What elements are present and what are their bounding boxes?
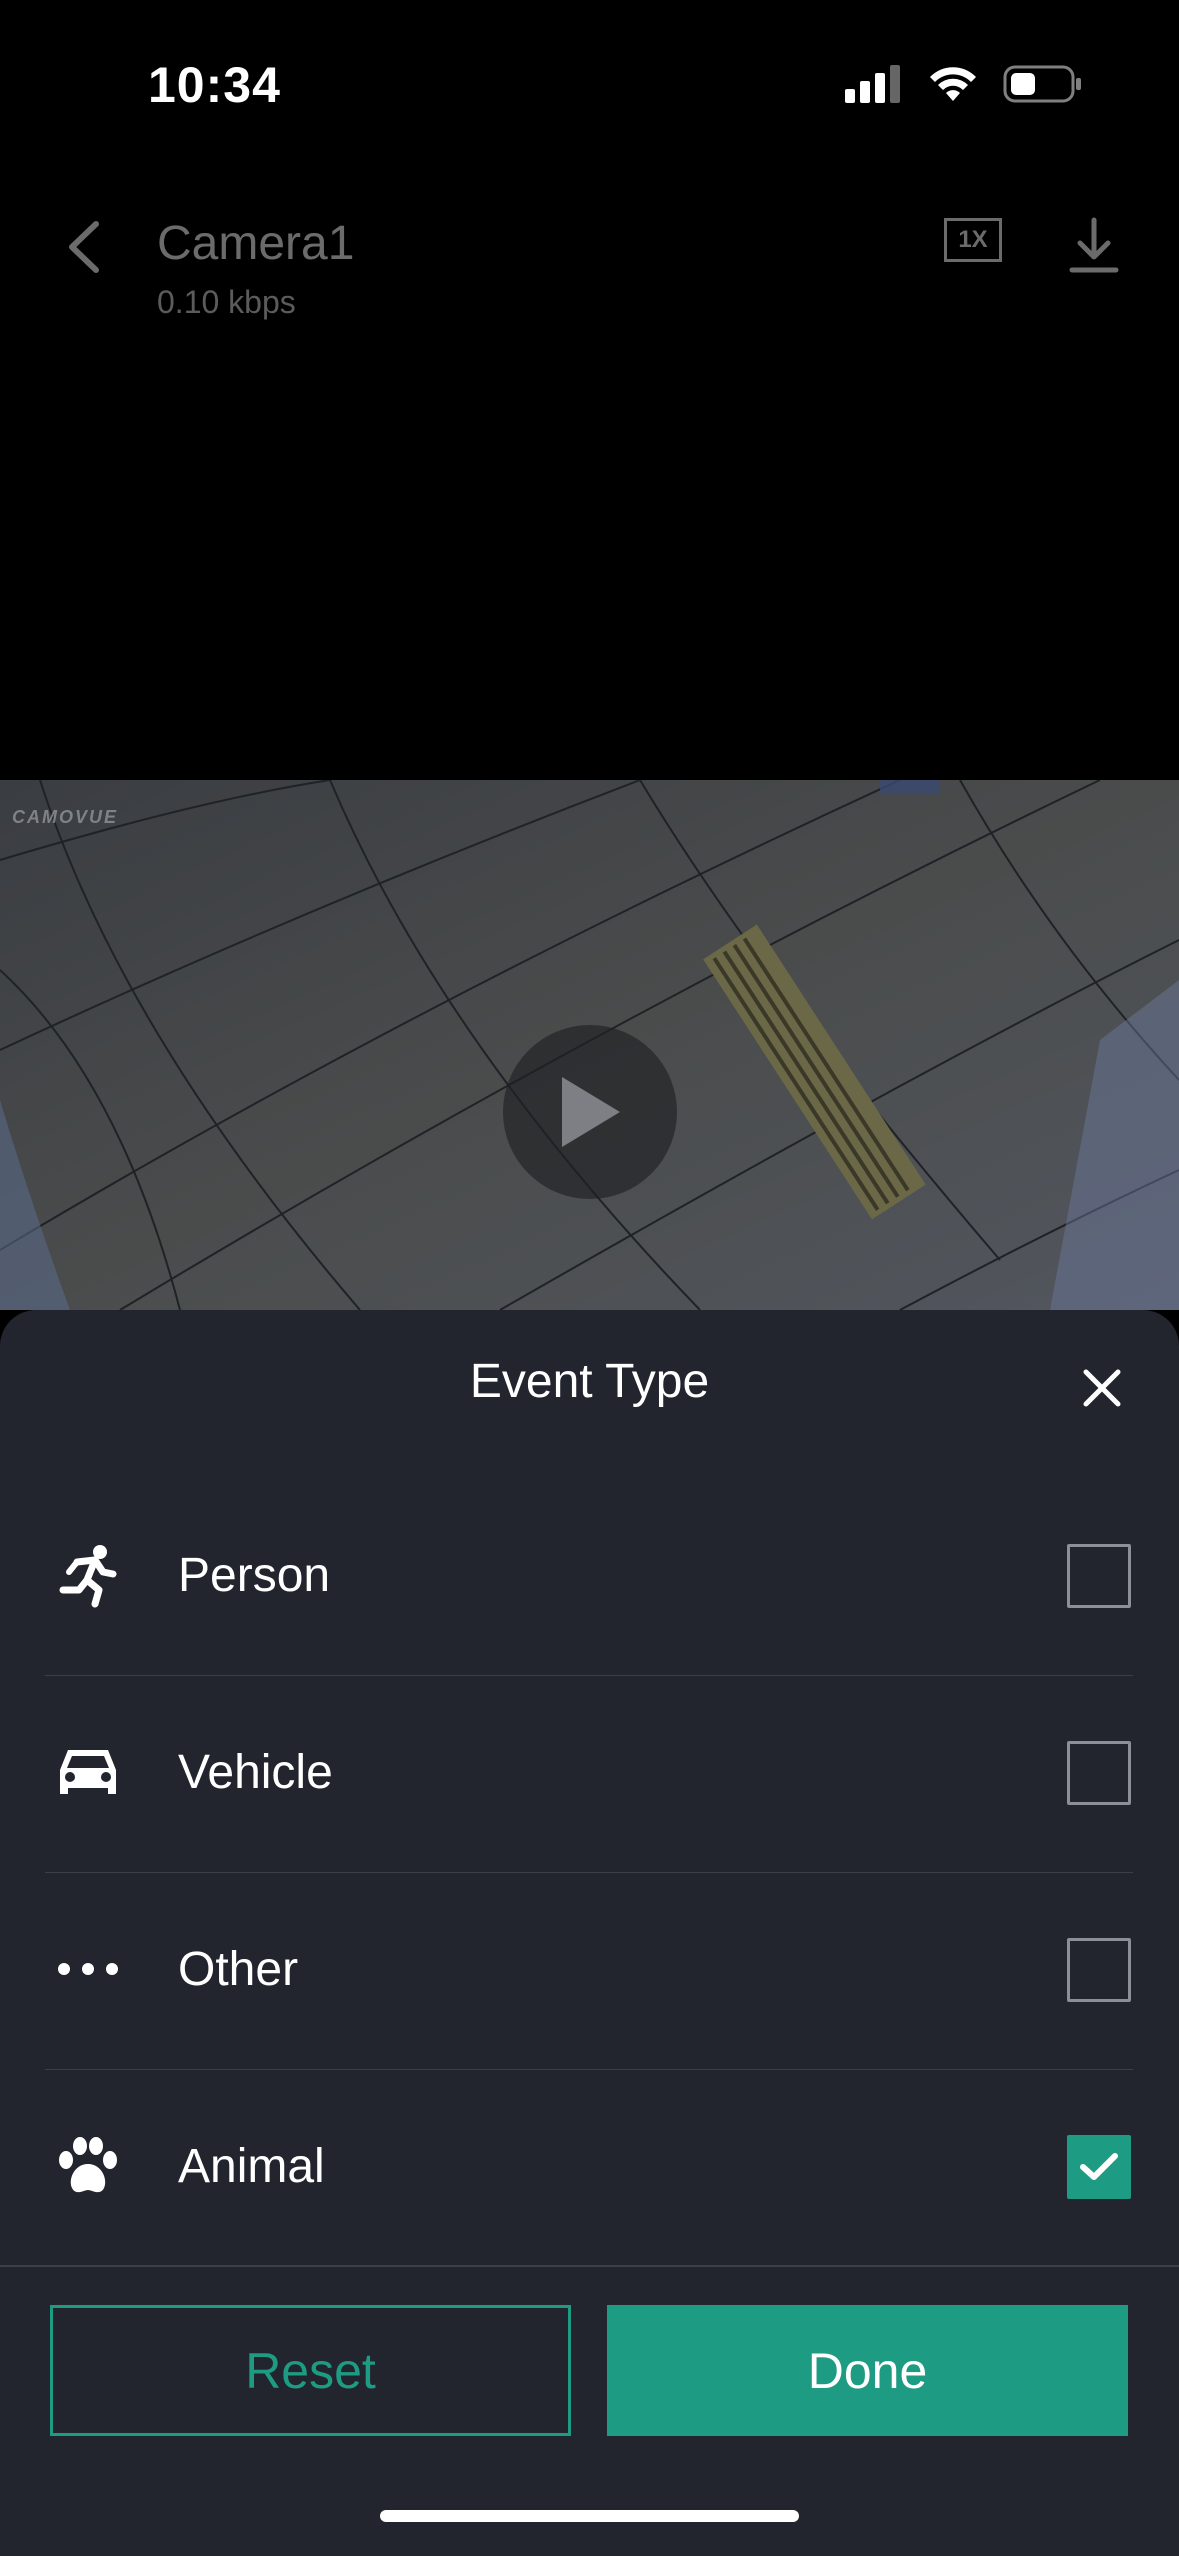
- event-option-other[interactable]: Other: [45, 1872, 1133, 2070]
- status-time: 10:34: [148, 57, 281, 113]
- running-person-icon: [55, 1542, 121, 1608]
- other-checkbox[interactable]: [1067, 1938, 1131, 2002]
- checkmark-icon: [1080, 2153, 1118, 2180]
- event-option-animal[interactable]: Animal: [45, 2069, 1133, 2267]
- car-icon: [55, 1739, 121, 1805]
- bitrate-text: 0.10 kbps: [157, 284, 296, 320]
- battery-icon: [1003, 65, 1081, 103]
- playback-speed-button[interactable]: 1X: [944, 218, 1002, 262]
- vehicle-checkbox[interactable]: [1067, 1741, 1131, 1805]
- person-checkbox[interactable]: [1067, 1544, 1131, 1608]
- status-bar: 10:34: [0, 0, 1179, 170]
- sheet-title: Event Type: [469, 1355, 710, 1408]
- event-type-sheet: Event Type Person Vehicle Other Animal R…: [0, 1310, 1179, 2556]
- option-label: Other: [178, 1943, 299, 1996]
- play-icon: [562, 1077, 620, 1147]
- camera-title: Camera1: [157, 217, 355, 270]
- done-button[interactable]: Done: [607, 2305, 1128, 2436]
- close-icon[interactable]: [1080, 1366, 1124, 1410]
- back-arrow-icon[interactable]: [56, 212, 112, 282]
- paw-icon: [55, 2133, 121, 2199]
- home-indicator[interactable]: [380, 2510, 799, 2522]
- option-label: Vehicle: [178, 1746, 333, 1799]
- status-icons: [845, 64, 1083, 104]
- camera-header: Camera1 0.10 kbps 1X: [0, 170, 1179, 340]
- play-button[interactable]: [503, 1025, 677, 1199]
- animal-checkbox[interactable]: [1067, 2135, 1131, 2199]
- cellular-signal-icon: [845, 65, 900, 103]
- option-label: Person: [178, 1549, 331, 1602]
- footer-divider: [0, 2265, 1179, 2267]
- event-option-person[interactable]: Person: [45, 1478, 1133, 1676]
- wifi-icon: [930, 67, 976, 101]
- download-icon[interactable]: [1068, 216, 1120, 276]
- reset-button[interactable]: Reset: [50, 2305, 571, 2436]
- video-preview[interactable]: CAMOVUE: [0, 780, 1179, 1310]
- option-label: Animal: [178, 2140, 325, 2193]
- more-dots-icon: [55, 1936, 121, 2002]
- event-option-vehicle[interactable]: Vehicle: [45, 1675, 1133, 1873]
- watermark-logo: CAMOVUE: [12, 807, 119, 827]
